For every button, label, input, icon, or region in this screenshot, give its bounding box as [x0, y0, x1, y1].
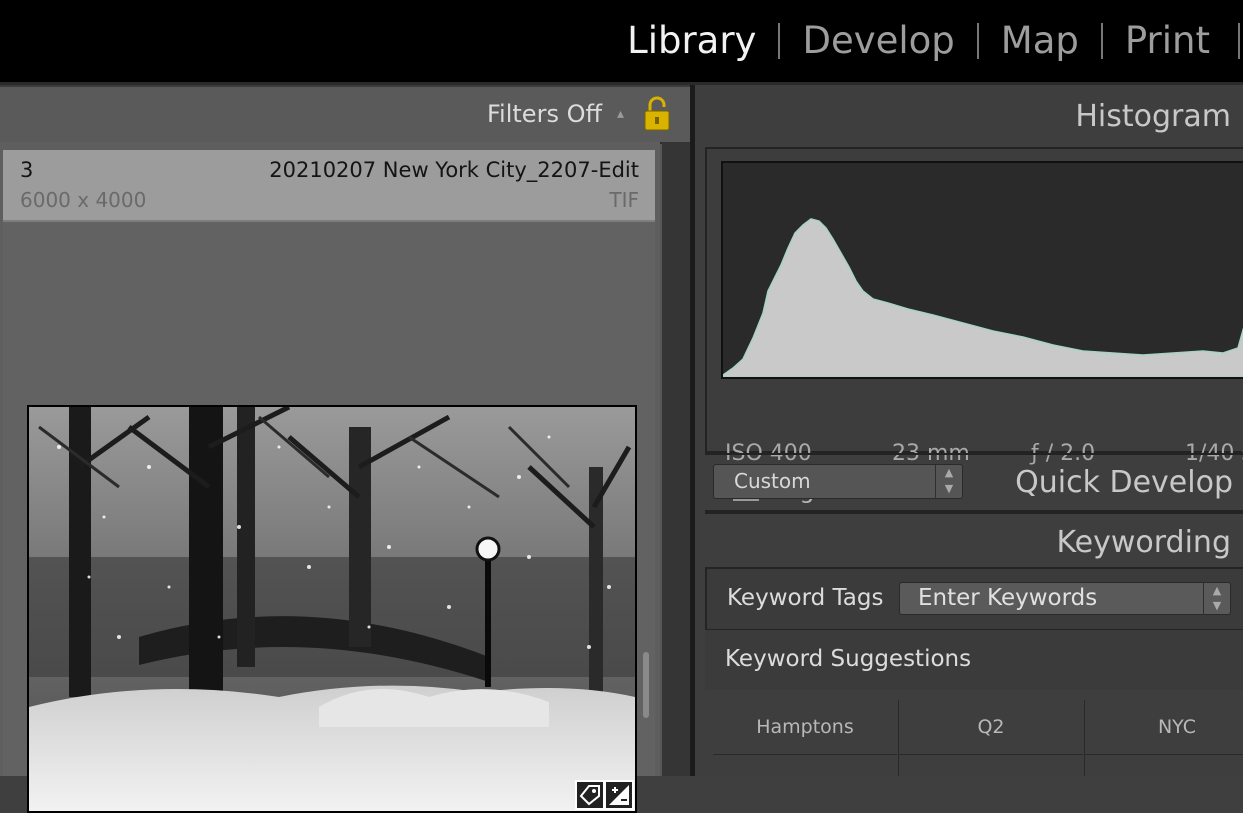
- cell-dimensions: 6000 x 4000: [20, 188, 147, 212]
- keyword-badge-icon[interactable]: [575, 780, 605, 810]
- thumbnail-grid: 3 20210207 New York City_2207-Edit 6000 …: [0, 142, 660, 813]
- saved-preset-value: Custom: [734, 469, 811, 493]
- keyword-suggestion[interactable]: Hamptons: [713, 700, 897, 755]
- keyword-suggestion[interactable]: NYC: [1085, 700, 1243, 755]
- cell-filename: 20210207 New York City_2207-Edit: [269, 158, 639, 182]
- module-list: Library Develop Map Print: [605, 0, 1243, 82]
- quick-develop-title[interactable]: Quick Develop: [1015, 465, 1233, 500]
- module-picker-bar: Library Develop Map Print: [0, 0, 1243, 85]
- grid-panel: Filters Off ▴▾ 3 20210207 New York City_…: [0, 85, 690, 813]
- develop-adjustment-badge-icon[interactable]: [604, 780, 634, 810]
- keyword-tags-stepper-icon[interactable]: ▲ ▼: [1203, 583, 1230, 614]
- library-filter-bar: Filters Off ▴▾: [0, 85, 690, 177]
- grid-scroll-thumb[interactable]: [643, 652, 649, 718]
- keyword-tags-row: Keyword Tags Enter Keywords ▲ ▼: [705, 567, 1243, 631]
- cell-index: 3: [20, 158, 34, 182]
- quick-develop-header: Custom ▲ ▼ Quick Develop: [705, 453, 1243, 514]
- module-print[interactable]: Print: [1103, 0, 1238, 82]
- keyword-suggestion[interactable]: Q2: [899, 700, 1083, 755]
- module-develop[interactable]: Develop: [780, 0, 976, 82]
- module-library[interactable]: Library: [605, 0, 778, 82]
- keyword-tags-value: Enter Keywords: [918, 585, 1098, 611]
- keywording-title[interactable]: Keywording: [1056, 525, 1231, 560]
- keyword-tags-select[interactable]: Enter Keywords ▲ ▼: [899, 582, 1231, 615]
- module-map[interactable]: Map: [979, 0, 1101, 82]
- module-separator: [1238, 23, 1240, 59]
- saved-preset-select[interactable]: Custom ▲ ▼: [713, 464, 963, 499]
- preset-stepper-icon[interactable]: ▲ ▼: [935, 465, 962, 498]
- keyword-suggestions-label: Keyword Suggestions: [725, 646, 972, 672]
- lock-open-icon[interactable]: [642, 96, 672, 132]
- photo-thumbnail[interactable]: [27, 405, 637, 813]
- histogram-graph[interactable]: [721, 161, 1243, 379]
- histogram-title[interactable]: Histogram: [1075, 99, 1231, 134]
- grid-cell-body[interactable]: [3, 222, 655, 813]
- cell-file-type: TIF: [609, 188, 639, 212]
- keyword-suggestions-grid: Hamptons Q2 NYC: [713, 700, 1243, 776]
- filter-preset-label[interactable]: Filters Off: [487, 87, 602, 142]
- grid-scrollbar[interactable]: [662, 142, 690, 776]
- histogram-panel: ISO 400 23 mm ƒ / 2.0 1/40 sec Original …: [705, 147, 1243, 504]
- grid-cell-header[interactable]: 3 20210207 New York City_2207-Edit 6000 …: [3, 150, 655, 222]
- right-panel: Histogram ISO 400 23 mm ƒ / 2.0 1/40 sec…: [695, 85, 1243, 776]
- keyword-tags-label: Keyword Tags: [727, 585, 884, 611]
- keyword-suggestions-header: Keyword Suggestions: [705, 630, 1243, 690]
